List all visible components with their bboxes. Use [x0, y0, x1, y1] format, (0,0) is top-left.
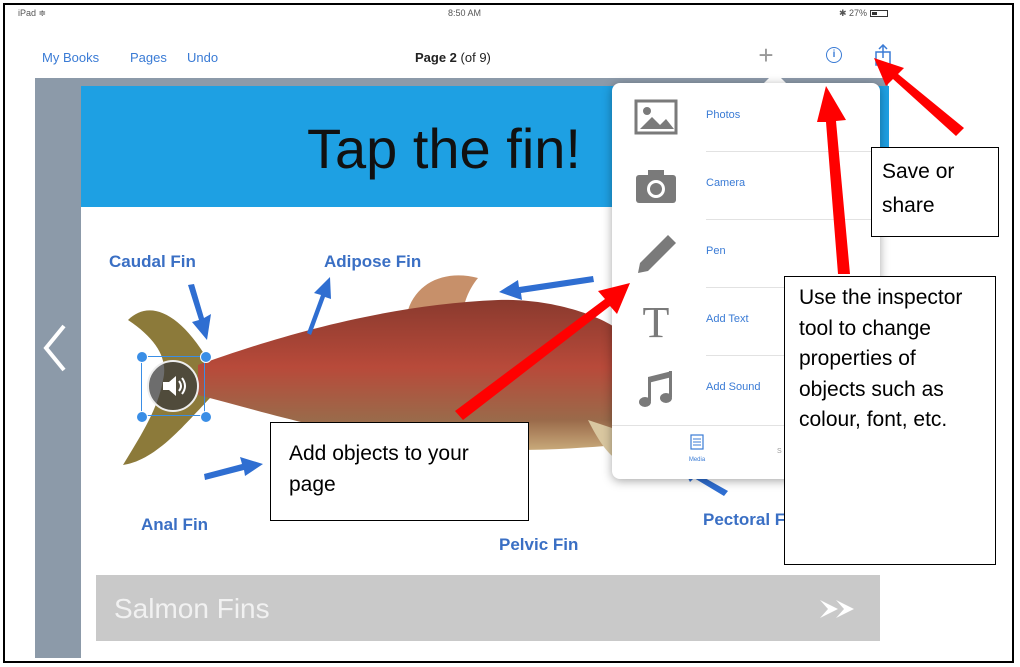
menu-item-label: Camera	[706, 177, 746, 189]
page-number: Page 2	[415, 50, 457, 65]
svg-text:T: T	[643, 301, 670, 341]
tab-media-label: Media	[688, 457, 706, 463]
device-label: iPad ≑	[18, 8, 47, 18]
add-objects-callout: Add objects to your page	[270, 422, 529, 521]
popover-caret	[764, 72, 786, 83]
resize-handle[interactable]	[200, 351, 212, 363]
menu-item-label: Add Text	[706, 313, 749, 325]
pen-icon	[638, 235, 676, 273]
menu-item-label: Photos	[706, 109, 741, 121]
battery-icon	[870, 10, 888, 17]
camera-icon	[636, 170, 676, 203]
menu-item-label: Pen	[706, 245, 726, 257]
status-bar: iPad ≑ 8:50 AM ✱ 27%	[18, 7, 888, 21]
photos-icon	[634, 99, 678, 135]
music-note-icon	[639, 371, 672, 407]
undo-button[interactable]: Undo	[187, 50, 218, 65]
next-arrow-icon[interactable]	[820, 597, 862, 621]
page-heading[interactable]: Tap the fin!	[307, 116, 581, 181]
text-icon: T	[643, 301, 670, 341]
page-footer-bar: Salmon Fins	[96, 575, 880, 641]
battery-indicator: ✱ 27%	[839, 8, 888, 19]
pages-button[interactable]: Pages	[130, 50, 167, 65]
pectoral-fin-label[interactable]: Pectoral Fi	[703, 510, 790, 530]
resize-handle[interactable]	[136, 411, 148, 423]
previous-page-chevron-icon[interactable]	[38, 318, 72, 378]
save-share-callout: Save or share	[871, 147, 999, 237]
my-books-button[interactable]: My Books	[42, 50, 99, 65]
pelvic-fin-label[interactable]: Pelvic Fin	[499, 535, 578, 555]
media-list-icon	[690, 434, 704, 450]
add-object-button[interactable]: +	[755, 42, 777, 68]
clock: 8:50 AM	[448, 8, 482, 18]
menu-item-label: Add Sound	[706, 381, 761, 393]
sound-object[interactable]	[147, 360, 199, 412]
inspector-callout: Use the inspector tool to change propert…	[784, 276, 996, 565]
page-title: Page 2 (of 9)	[415, 50, 491, 65]
tab-media[interactable]: Media	[682, 434, 712, 463]
adipose-fin-label[interactable]: Adipose Fin	[324, 252, 421, 272]
menu-item-camera[interactable]: Camera	[612, 151, 880, 219]
speaker-icon	[163, 376, 186, 396]
menu-item-photos[interactable]: Photos	[612, 83, 880, 151]
battery-percent: ✱ 27%	[838, 8, 867, 18]
nav-bar: My Books Pages Undo Page 2 (of 9) + i	[18, 42, 891, 72]
caudal-fin-label[interactable]: Caudal Fin	[109, 252, 196, 272]
page-count: (of 9)	[456, 50, 491, 65]
inspector-button[interactable]: i	[826, 47, 842, 63]
tab-other-label[interactable]: S	[777, 448, 782, 455]
anal-fin-label[interactable]: Anal Fin	[141, 515, 208, 535]
resize-handle[interactable]	[136, 351, 148, 363]
resize-handle[interactable]	[200, 411, 212, 423]
footer-title[interactable]: Salmon Fins	[114, 593, 270, 625]
share-icon[interactable]	[873, 44, 893, 66]
